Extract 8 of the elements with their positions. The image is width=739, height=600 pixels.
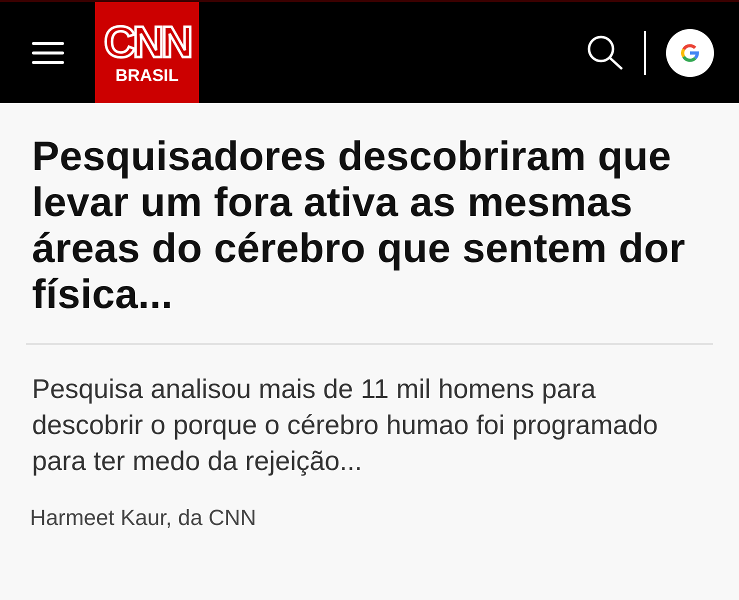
headline: Pesquisadores descobriram que levar um fora ativa as mesmas áreas do cérebro que sentem dor física... xyxy=(32,133,686,317)
menu-icon[interactable] xyxy=(32,40,64,64)
cnn-logo[interactable]: CNN BRASIL xyxy=(95,2,199,103)
google-icon xyxy=(679,42,701,64)
search-icon[interactable] xyxy=(586,34,624,72)
google-button[interactable] xyxy=(666,28,714,76)
summary: Pesquisa analisou mais de 11 mil homens para descobrir o porque o cérebro humao foi programado para ter medo da rejeição... xyxy=(32,373,659,478)
byline: Harmeet Kaur, da CNN xyxy=(30,504,258,532)
